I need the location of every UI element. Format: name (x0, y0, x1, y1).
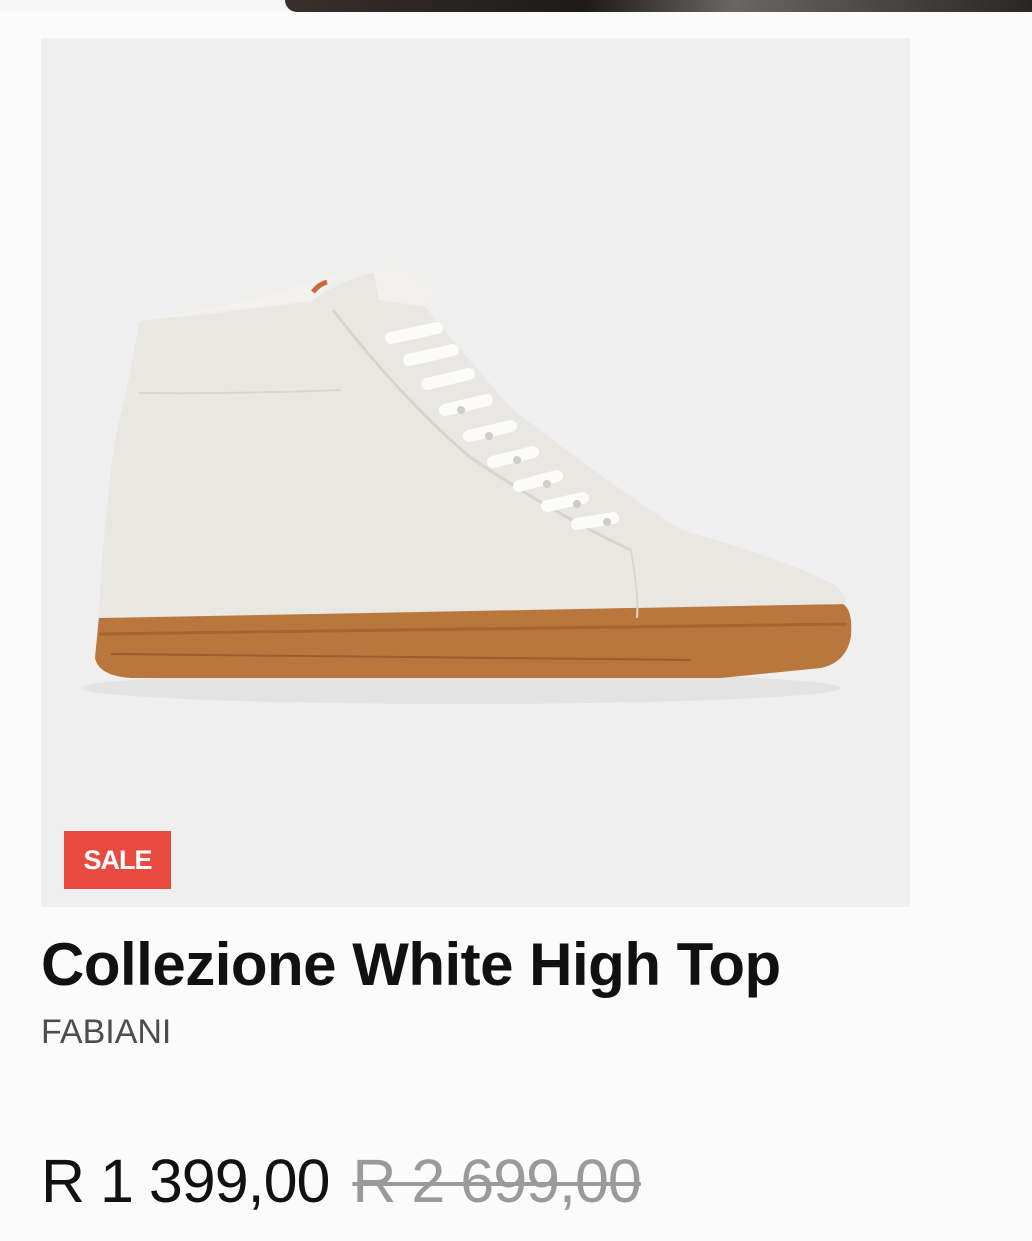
current-price: R 1 399,00 (41, 1147, 330, 1215)
sale-badge: SALE (64, 831, 171, 889)
price-row: R 1 399,00 R 2 699,00 (41, 1146, 642, 1216)
product-title[interactable]: Collezione White High Top (41, 930, 781, 999)
original-price: R 2 699,00 (352, 1147, 641, 1215)
product-card-image[interactable]: SALE (41, 38, 910, 907)
banner-image (285, 0, 1032, 12)
banner-image-edge (0, 0, 1032, 12)
sneaker-image (81, 267, 852, 704)
product-brand: FABIANI (41, 1013, 172, 1051)
